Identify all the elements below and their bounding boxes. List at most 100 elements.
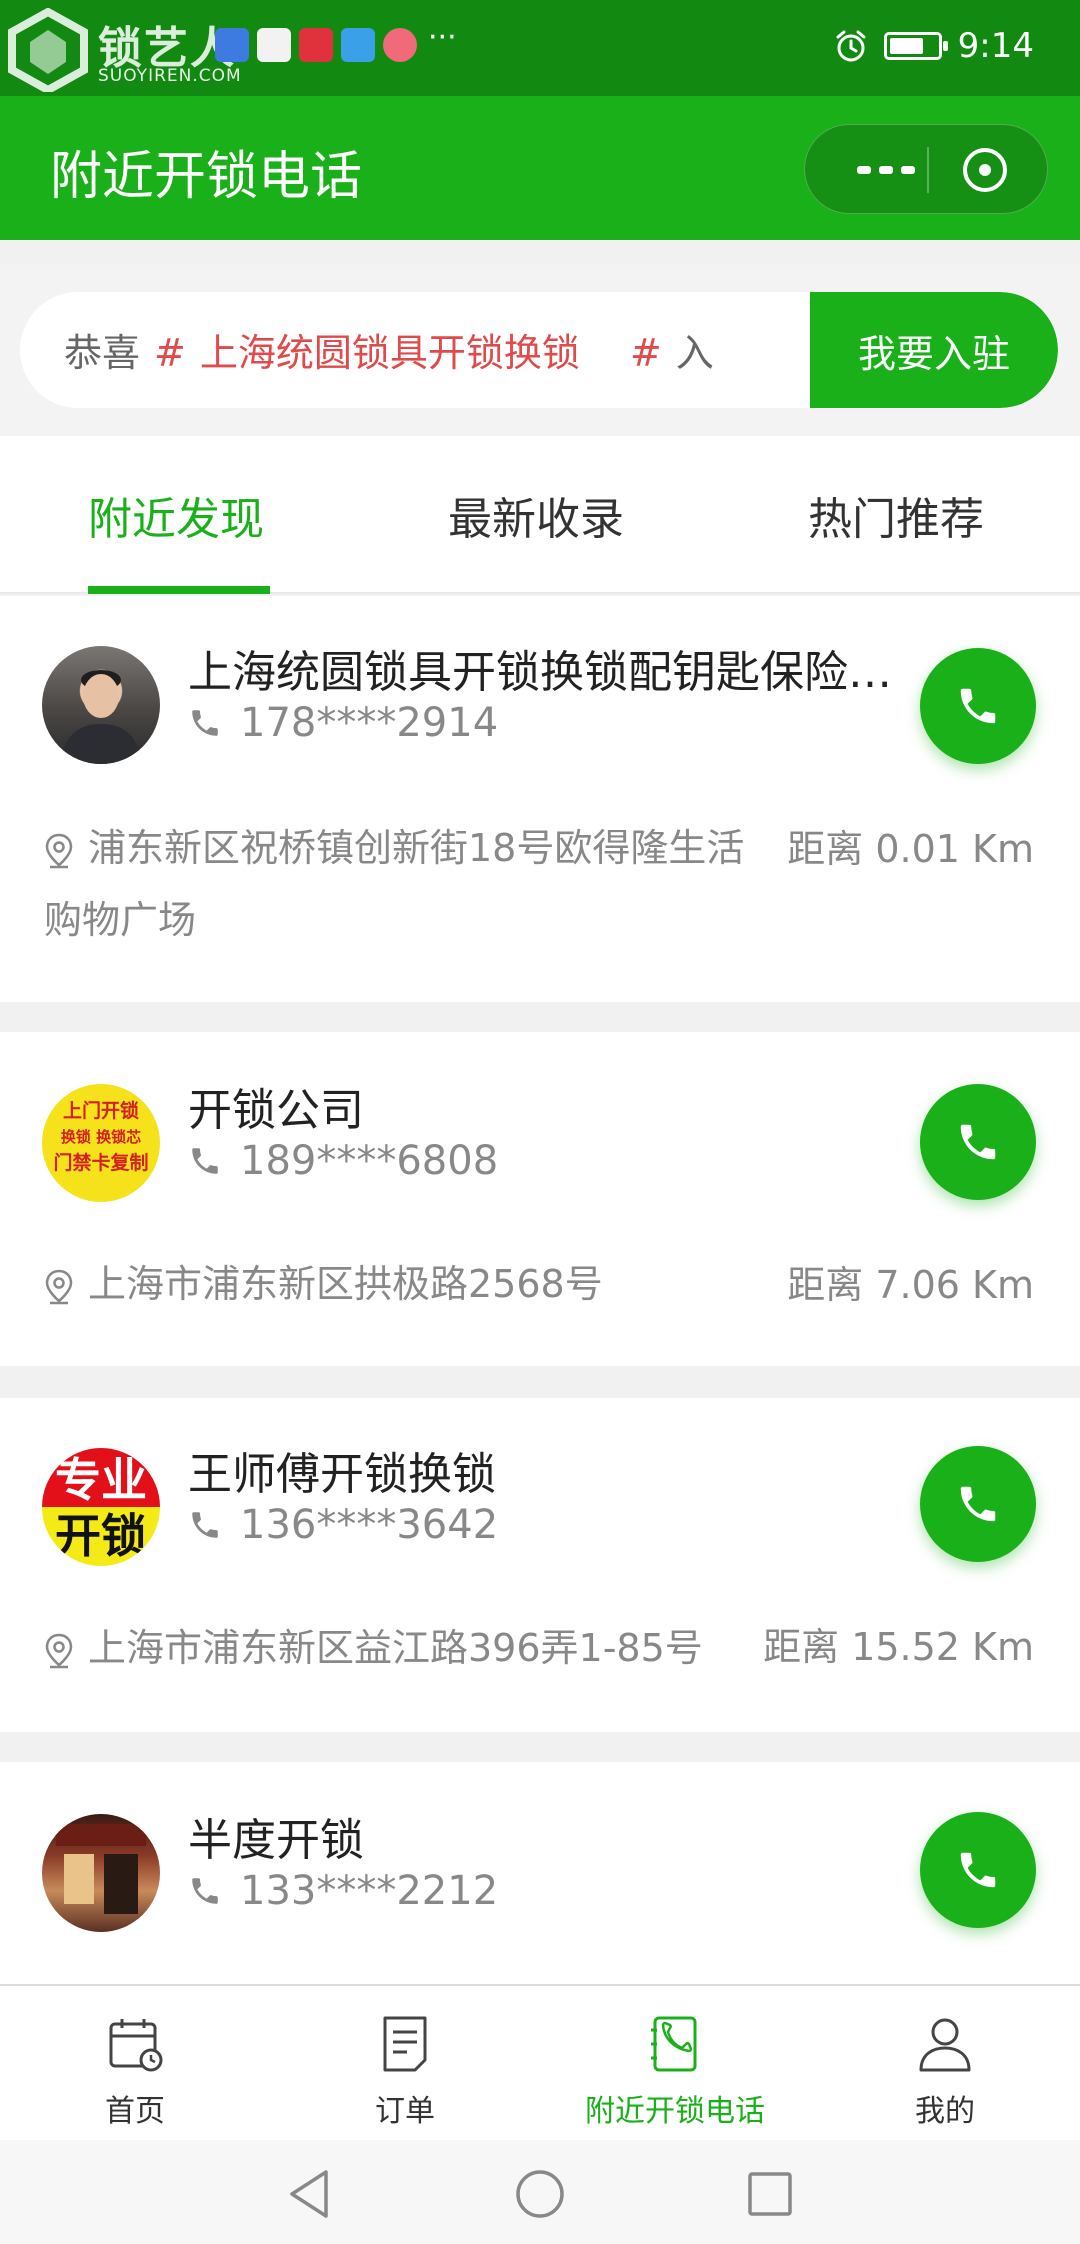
address: 浦东新区祝桥镇创新街18号欧得隆生活购物广场	[44, 812, 764, 956]
app-notification-icon	[341, 28, 375, 62]
more-menu-button[interactable]	[845, 153, 927, 187]
call-button[interactable]	[920, 1084, 1036, 1200]
clock-time: 9:14	[957, 26, 1034, 66]
call-button[interactable]	[920, 648, 1036, 764]
shop-name: 王师傅开锁换锁	[188, 1449, 496, 1500]
app-notification-icon	[257, 28, 291, 62]
tab-nearby[interactable]: 附近发现	[88, 436, 264, 594]
announcement-text: 恭喜 # 上海统圆锁具开锁换锁 # 入	[64, 322, 804, 377]
active-tab-indicator	[88, 586, 270, 594]
nav-label: 订单	[375, 2094, 435, 2129]
status-right: 9:14	[834, 26, 1034, 66]
bottom-navigation: 首页 订单 附近开锁电话 我的	[0, 1984, 1080, 2140]
miniprogram-capsule	[804, 124, 1048, 214]
recents-icon[interactable]	[742, 2166, 798, 2222]
shop-name: 上海统圆锁具开锁换锁配钥匙保险…	[188, 647, 892, 698]
announcement-prefix: 恭喜	[64, 331, 141, 375]
address: 上海市浦东新区益江路396弄1-85号	[44, 1612, 764, 1684]
nav-profile[interactable]: 我的	[810, 1986, 1080, 2142]
nav-orders[interactable]: 订单	[270, 1986, 540, 2142]
avatar-text: 上门开锁	[62, 1100, 139, 1122]
back-icon[interactable]	[282, 2166, 338, 2222]
address-text: 浦东新区祝桥镇创新街18号欧得隆生活购物广场	[44, 826, 745, 942]
call-button[interactable]	[920, 1446, 1036, 1562]
phone-icon	[960, 688, 996, 724]
address: 上海市浦东新区拱极路2568号	[44, 1248, 764, 1320]
avatar-storefront	[56, 1824, 146, 1914]
shop-name: 开锁公司	[188, 1085, 364, 1136]
avatar: 专业 开锁	[42, 1448, 160, 1566]
avatar-text: 开锁	[55, 1509, 147, 1563]
avatar	[42, 1814, 160, 1932]
app-notification-icon	[299, 28, 333, 62]
close-miniprogram-icon[interactable]	[958, 146, 1012, 194]
alarm-icon	[836, 30, 866, 62]
user-icon	[919, 2018, 971, 2072]
notification-icons	[215, 28, 417, 62]
phone-icon	[960, 1124, 996, 1160]
avatar-text: 换锁 换锁芯	[60, 1128, 142, 1146]
phone-icon	[192, 1148, 218, 1174]
hash-mark: #	[629, 331, 662, 375]
app-notification-icon	[383, 28, 417, 62]
system-navigation-bar	[0, 2140, 1080, 2244]
nav-label: 首页	[105, 2094, 165, 2129]
avatar-text: 门禁卡复制	[53, 1152, 149, 1174]
phone-number: 133****2212	[240, 1868, 499, 1914]
nav-home[interactable]: 首页	[0, 1986, 270, 2142]
dot-icon	[901, 166, 915, 174]
watermark-logo	[8, 8, 88, 92]
notification-more: ···	[428, 20, 457, 55]
phone-number: 189****6808	[240, 1138, 499, 1184]
distance: 距离 0.01 Km	[787, 827, 1034, 871]
location-pin-icon	[45, 1633, 73, 1668]
app-notification-icon	[215, 28, 249, 62]
home-icon[interactable]	[512, 2166, 568, 2222]
phone-number: 178****2914	[240, 700, 499, 746]
listing-card[interactable]: 半度开锁 133****2212	[0, 1762, 1080, 1984]
phone-icon	[192, 1878, 218, 1904]
phone-row: 189****6808	[188, 1138, 498, 1184]
tab-newest[interactable]: 最新收录	[448, 436, 624, 594]
capsule-divider	[927, 147, 929, 193]
call-button[interactable]	[920, 1812, 1036, 1928]
announcement-suffix: 入	[675, 331, 714, 375]
phone-book-icon	[651, 2016, 697, 2072]
phone-row: 136****3642	[188, 1502, 498, 1548]
document-icon	[383, 2016, 427, 2072]
battery-level	[889, 38, 923, 54]
announcement-shop: 上海统圆锁具开锁换锁	[199, 331, 580, 375]
phone-icon	[192, 710, 218, 736]
join-button[interactable]: 我要入驻	[810, 292, 1058, 408]
nav-label: 附近开锁电话	[585, 2094, 765, 2129]
announcement-section: 恭喜 # 上海统圆锁具开锁换锁 # 入 我要入驻	[0, 264, 1080, 436]
distance: 距离 15.52 Km	[763, 1625, 1034, 1669]
avatar-person	[60, 670, 142, 764]
dot-icon	[857, 166, 871, 174]
distance: 距离 7.06 Km	[787, 1263, 1034, 1307]
phone-number: 136****3642	[240, 1502, 499, 1548]
phone-row: 178****2914	[188, 700, 498, 746]
app-header: 附近开锁电话	[0, 96, 1080, 240]
tab-popular[interactable]: 热门推荐	[808, 436, 984, 594]
nav-label: 我的	[915, 2094, 975, 2129]
listing-card[interactable]: 上海统圆锁具开锁换锁配钥匙保险… 178****2914 浦东新区祝桥镇创新街1…	[0, 596, 1080, 1002]
avatar-text: 专业	[55, 1453, 147, 1507]
watermark-subtext: SUOYIREN.COM	[98, 66, 242, 86]
battery-icon	[883, 32, 948, 60]
address-text: 上海市浦东新区拱极路2568号	[88, 1262, 603, 1306]
listing-card[interactable]: 专业 开锁 王师傅开锁换锁 136****3642 上海市浦东新区益江路396弄…	[0, 1398, 1080, 1732]
listing-card[interactable]: 上门开锁 换锁 换锁芯 门禁卡复制 开锁公司 189****6808 上海市浦东…	[0, 1032, 1080, 1366]
avatar	[42, 646, 160, 764]
location-pin-icon	[45, 1269, 73, 1304]
shop-name: 半度开锁	[188, 1815, 364, 1866]
nav-nearby-phone[interactable]: 附近开锁电话	[540, 1986, 810, 2142]
phone-icon	[192, 1512, 218, 1538]
hash-mark: #	[154, 331, 186, 375]
phone-icon	[960, 1852, 996, 1888]
address-text: 上海市浦东新区益江路396弄1-85号	[88, 1626, 703, 1670]
calendar-clock-icon	[109, 2019, 163, 2072]
page-title: 附近开锁电话	[50, 147, 363, 207]
phone-icon	[960, 1486, 996, 1522]
announcement-bar: 恭喜 # 上海统圆锁具开锁换锁 # 入 我要入驻	[20, 292, 1058, 408]
